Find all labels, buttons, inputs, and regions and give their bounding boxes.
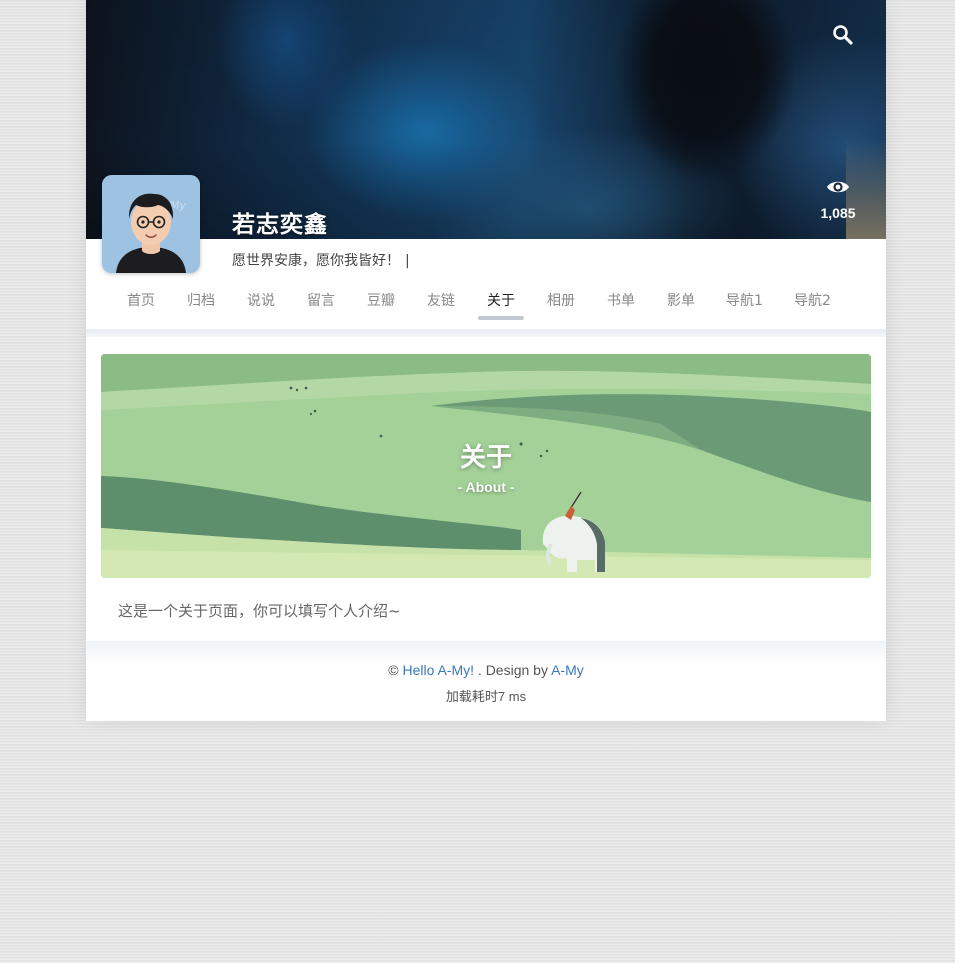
design-by-text: . Design by xyxy=(477,662,548,678)
nav-item-friends[interactable]: 友链 xyxy=(426,290,456,320)
view-count: 1,085 xyxy=(820,205,856,221)
banner-title: 关于 xyxy=(459,443,512,473)
banner-subtitle: - About - xyxy=(457,479,515,495)
nav-item-books[interactable]: 书单 xyxy=(606,290,636,320)
site-title[interactable]: 若志奕鑫 xyxy=(232,205,328,239)
theme-link[interactable]: A-My xyxy=(551,662,584,678)
about-intro-text: 这是一个关于页面，你可以填写个人介绍~ xyxy=(118,602,401,620)
page-container: 1,085 My 若志奕鑫 愿世界安康，愿你我皆好！ | 首页 归档 说说 留言 … xyxy=(86,0,886,721)
nav-item-movies[interactable]: 影单 xyxy=(666,290,696,320)
nav-item-moments[interactable]: 说说 xyxy=(246,290,276,320)
nav-item-nav2[interactable]: 导航2 xyxy=(794,290,831,320)
site-subtitle: 愿世界安康，愿你我皆好！ | xyxy=(232,250,410,270)
nav-item-home[interactable]: 首页 xyxy=(126,290,156,320)
eye-icon xyxy=(827,181,849,193)
nav-item-douban[interactable]: 豆瓣 xyxy=(366,290,396,320)
nav-item-nav1[interactable]: 导航1 xyxy=(726,290,763,320)
about-banner: 关于 - About - xyxy=(101,354,871,578)
subtitle-text: 愿世界安康，愿你我皆好！ xyxy=(232,253,400,269)
site-link[interactable]: Hello A-My! xyxy=(402,662,474,678)
footer: © Hello A-My! . Design by A-My 加载耗时7 ms xyxy=(86,641,886,721)
typing-cursor: | xyxy=(405,253,410,269)
section-divider xyxy=(86,329,886,337)
copyright-symbol: © xyxy=(388,662,399,678)
nav-item-album[interactable]: 相册 xyxy=(546,290,576,320)
search-icon[interactable] xyxy=(830,22,856,48)
view-counter: 1,085 xyxy=(814,174,862,221)
nav-item-messages[interactable]: 留言 xyxy=(306,290,336,320)
nav-item-about[interactable]: 关于 xyxy=(478,290,524,320)
avatar[interactable]: My xyxy=(102,175,200,273)
nav-item-archive[interactable]: 归档 xyxy=(186,290,216,320)
footer-credits: © Hello A-My! . Design by A-My xyxy=(86,662,886,678)
cover-image xyxy=(86,0,886,239)
load-time: 加载耗时7 ms xyxy=(445,689,527,704)
